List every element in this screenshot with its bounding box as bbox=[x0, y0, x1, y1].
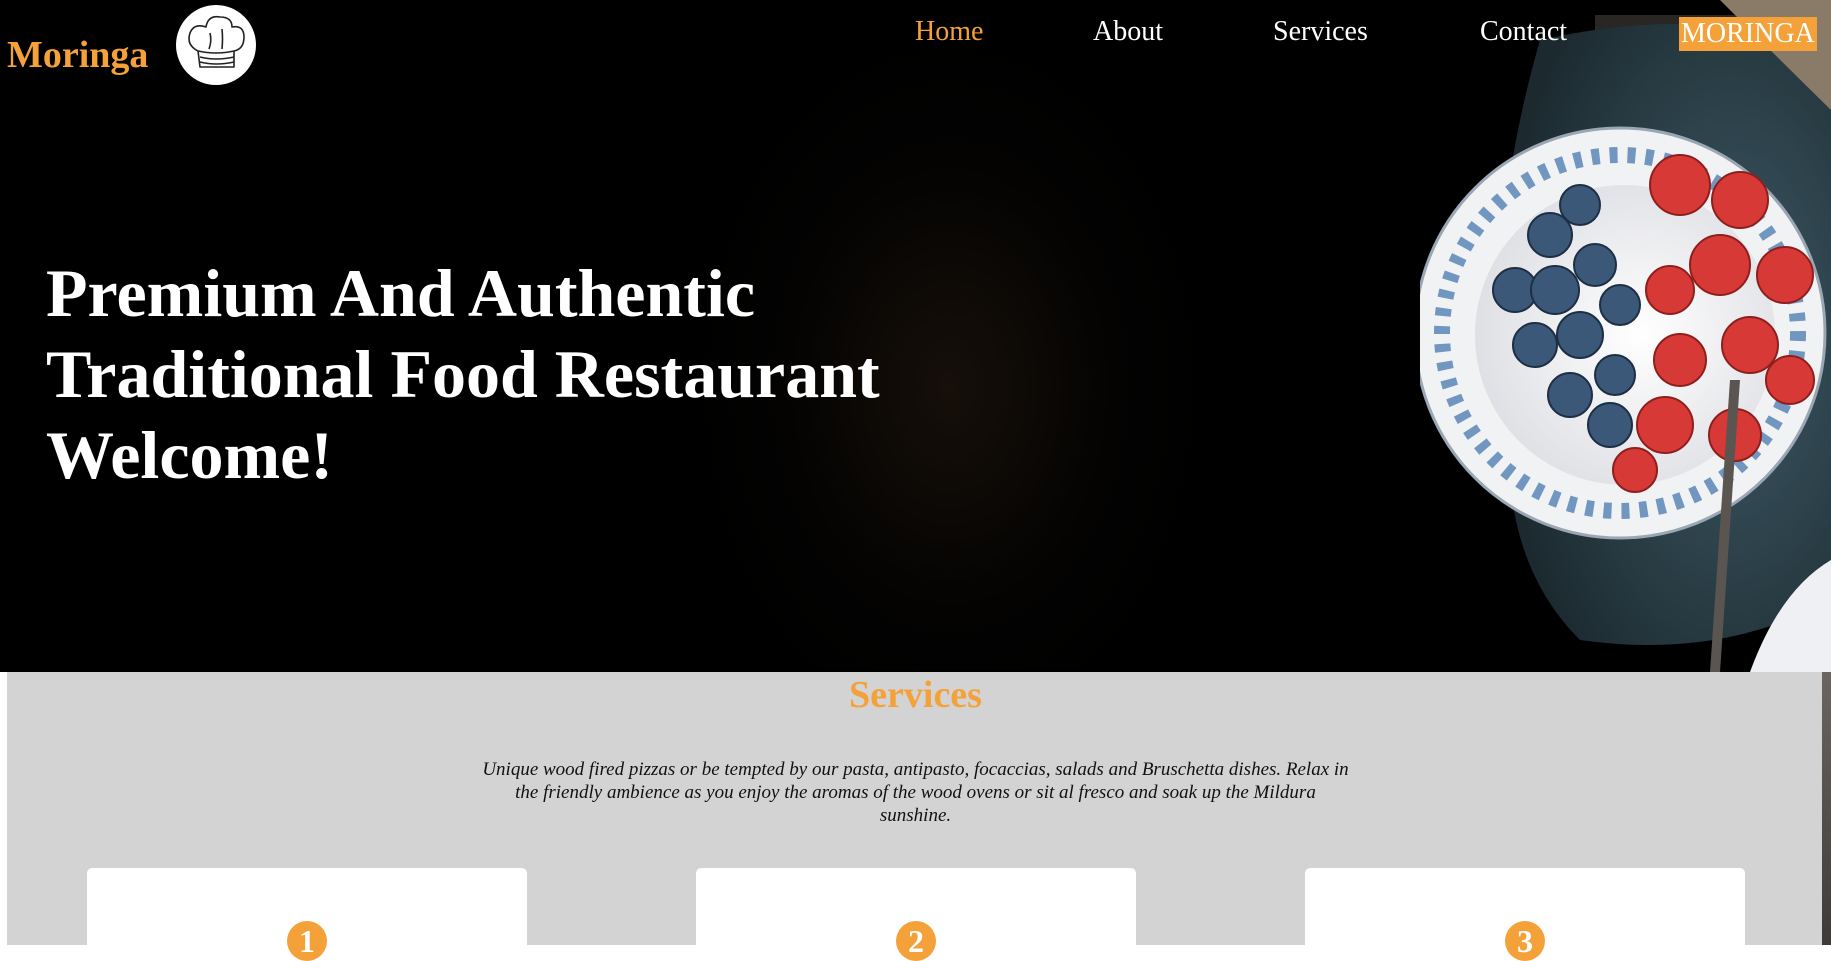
nav-contact[interactable]: Contact bbox=[1480, 14, 1567, 50]
card-number-badge: 3 bbox=[1505, 921, 1545, 961]
logo-text[interactable]: Moringa bbox=[7, 30, 148, 80]
nav-services[interactable]: Services bbox=[1273, 14, 1368, 50]
hero-section: Moringa Home About Services Contact MORI… bbox=[0, 0, 1831, 672]
services-description: Unique wood fired pizzas or be tempted b… bbox=[482, 759, 1349, 826]
brand-badge[interactable]: MORINGA bbox=[1679, 17, 1817, 51]
card-number-badge: 1 bbox=[287, 921, 327, 961]
headline-line: Traditional Food Restaurant bbox=[46, 336, 880, 412]
headline-line: Welcome! bbox=[46, 417, 333, 493]
chef-hat-icon[interactable] bbox=[176, 5, 256, 85]
nav-home[interactable]: Home bbox=[915, 14, 983, 50]
hero-headline: Premium And Authentic Traditional Food R… bbox=[46, 253, 880, 496]
berry-bowl-image bbox=[1420, 0, 1831, 672]
card-number-badge: 2 bbox=[896, 921, 936, 961]
nav-about[interactable]: About bbox=[1093, 14, 1163, 50]
headline-line: Premium And Authentic bbox=[46, 255, 756, 331]
services-title: Services bbox=[849, 674, 982, 716]
